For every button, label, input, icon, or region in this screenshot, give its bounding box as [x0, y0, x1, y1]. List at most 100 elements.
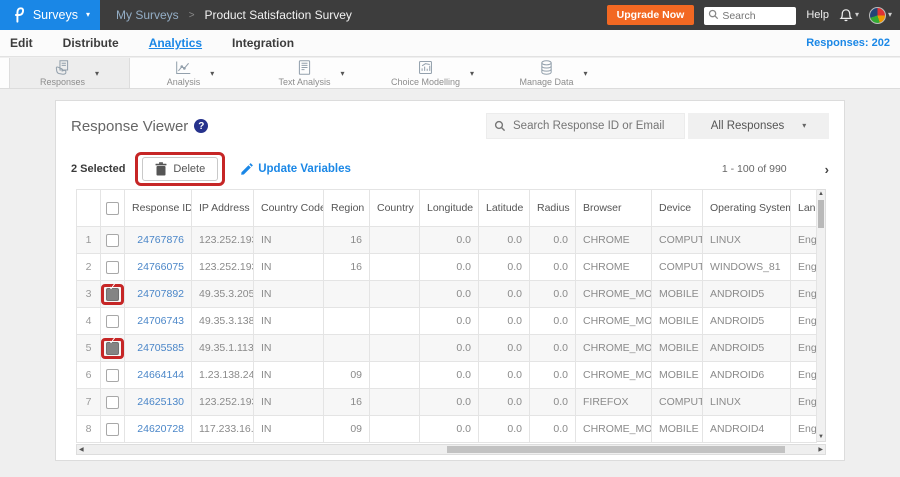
language-cell: English — [790, 253, 817, 281]
toolbar-item-responses[interactable]: Responses ▾ — [9, 58, 130, 88]
response-id-link[interactable]: 24705585 — [137, 342, 184, 354]
chevron-down-icon[interactable]: ▾ — [341, 69, 345, 78]
row-checkbox[interactable] — [106, 422, 119, 436]
pagination-range: 1 - 100 of 990 — [721, 163, 787, 175]
row-checkbox[interactable] — [106, 395, 119, 409]
response-id-cell: 24766075 — [124, 253, 192, 281]
toolbar-analysis-label: Analysis — [166, 77, 201, 87]
ip-cell: 49.35.3.138 — [191, 307, 254, 335]
region-cell: 16 — [323, 226, 370, 254]
header-longitude[interactable]: Longitude — [419, 189, 479, 227]
scroll-left-icon[interactable]: ◀ — [79, 446, 84, 453]
product-menu[interactable]: Surveys ▾ — [0, 0, 100, 30]
tab-integration[interactable]: Integration — [232, 33, 294, 53]
os-cell: ANDROID5 — [702, 280, 791, 308]
header-browser[interactable]: Browser — [575, 189, 652, 227]
delete-button[interactable]: Delete — [142, 157, 219, 181]
update-variables-link[interactable]: Update Variables — [241, 163, 351, 175]
header-country[interactable]: Country — [369, 189, 420, 227]
next-page-button[interactable]: › — [825, 162, 829, 177]
responses-filter-dropdown[interactable]: All Responses ▾ — [688, 113, 829, 139]
response-id-link[interactable]: 24707892 — [137, 288, 184, 300]
language-cell: English — [790, 361, 817, 389]
response-id-link[interactable]: 24706743 — [137, 315, 184, 327]
tab-edit[interactable]: Edit — [10, 33, 33, 53]
delete-highlight-annotation: Delete — [135, 152, 226, 186]
toolbar-item-text-analysis[interactable]: Text Analysis ▾ — [251, 58, 372, 88]
toolbar-item-manage-data[interactable]: Manage Data ▾ — [493, 58, 614, 88]
toolbar-choice-modelling-main: Choice Modelling — [391, 59, 460, 87]
header-device[interactable]: Device — [651, 189, 703, 227]
row-checkbox[interactable] — [106, 341, 119, 355]
response-id-link[interactable]: 24664144 — [137, 369, 184, 381]
horizontal-scrollbar[interactable]: ◀ ▶ — [76, 444, 826, 455]
country-code-cell: IN — [253, 415, 324, 443]
toolbar-item-analysis[interactable]: Analysis ▾ — [130, 58, 251, 88]
response-id-cell: 24620728 — [124, 415, 192, 443]
scroll-down-icon[interactable]: ▼ — [817, 434, 825, 440]
header-country-code[interactable]: Country Code — [253, 189, 324, 227]
scroll-right-icon[interactable]: ▶ — [818, 446, 823, 453]
chevron-down-icon[interactable]: ▾ — [210, 69, 214, 78]
row-select-cell — [100, 307, 125, 335]
tab-analytics[interactable]: Analytics — [149, 33, 202, 53]
longitude-cell: 0.0 — [419, 388, 479, 416]
toolbar-responses-main: Responses — [40, 59, 85, 87]
analysis-icon — [176, 61, 191, 74]
chevron-down-icon[interactable]: ▾ — [95, 69, 99, 78]
response-search-input[interactable] — [486, 113, 685, 139]
breadcrumb-separator: > — [188, 9, 195, 21]
longitude-cell: 0.0 — [419, 226, 479, 254]
header-ip-address[interactable]: IP Address — [191, 189, 254, 227]
scroll-up-icon[interactable]: ▲ — [817, 191, 825, 197]
latitude-cell: 0.0 — [478, 334, 530, 362]
row-select-cell — [100, 334, 125, 362]
response-id-link[interactable]: 24620728 — [137, 423, 184, 435]
os-cell: LINUX — [702, 388, 791, 416]
page-title: Product Satisfaction Survey — [204, 8, 352, 22]
help-badge-icon[interactable]: ? — [194, 119, 209, 133]
browser-cell: CHROME_MOBILE — [575, 334, 652, 362]
header-radius[interactable]: Radius — [529, 189, 576, 227]
chevron-down-icon[interactable]: ▾ — [470, 69, 474, 78]
language-cell: English — [790, 334, 817, 362]
upgrade-now-button[interactable]: Upgrade Now — [606, 5, 695, 25]
header-latitude[interactable]: Latitude — [478, 189, 530, 227]
os-cell: ANDROID6 — [702, 361, 791, 389]
ip-cell: 123.252.193.148 — [191, 226, 254, 254]
horizontal-scroll-thumb[interactable] — [447, 446, 785, 453]
row-checkbox[interactable] — [106, 314, 119, 328]
breadcrumb-my-surveys[interactable]: My Surveys — [116, 8, 179, 22]
vertical-scrollbar[interactable]: ▲ ▼ — [817, 189, 826, 442]
text-analysis-icon — [298, 60, 311, 75]
help-link[interactable]: Help — [806, 9, 829, 21]
header-language[interactable]: Language — [790, 189, 817, 227]
tab-distribute[interactable]: Distribute — [63, 33, 119, 53]
row-select-cell — [100, 415, 125, 443]
header-region[interactable]: Region — [323, 189, 370, 227]
row-checkbox[interactable] — [106, 233, 119, 247]
row-checkbox[interactable] — [106, 368, 119, 382]
response-id-link[interactable]: 24625130 — [137, 396, 184, 408]
row-number: 3 — [76, 280, 101, 308]
country-code-cell: IN — [253, 388, 324, 416]
device-cell: COMPUTER — [651, 253, 703, 281]
notifications-menu[interactable]: ▾ — [839, 8, 859, 23]
response-search — [486, 113, 685, 139]
row-checkbox[interactable] — [106, 260, 119, 274]
header-response-id[interactable]: Response ID▲ — [124, 189, 192, 227]
region-cell — [323, 280, 370, 308]
chevron-down-icon: ▾ — [854, 10, 859, 19]
row-checkbox[interactable] — [106, 287, 119, 301]
country-cell — [369, 280, 420, 308]
toolbar-item-choice-modelling[interactable]: Choice Modelling ▾ — [372, 58, 493, 88]
toolbar-manage-data-main: Manage Data — [519, 59, 574, 87]
account-menu[interactable]: ▾ — [868, 6, 892, 24]
chevron-down-icon[interactable]: ▾ — [584, 69, 588, 78]
select-all-checkbox[interactable] — [106, 201, 119, 215]
os-cell: WINDOWS_81 — [702, 253, 791, 281]
response-id-link[interactable]: 24766075 — [137, 261, 184, 273]
response-id-link[interactable]: 24767876 — [137, 234, 184, 246]
vertical-scroll-thumb[interactable] — [818, 200, 824, 228]
header-operating-system[interactable]: Operating System — [702, 189, 791, 227]
